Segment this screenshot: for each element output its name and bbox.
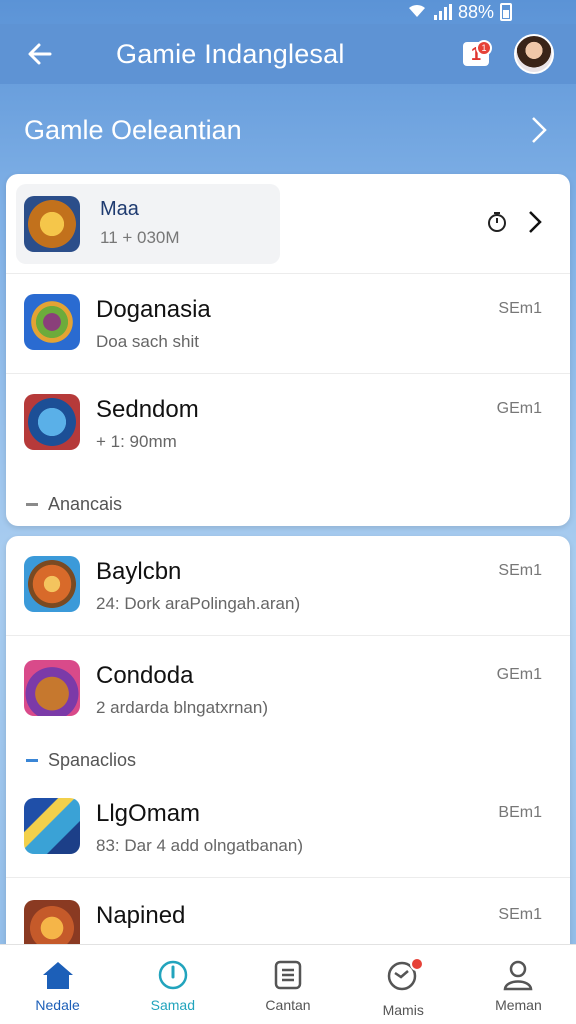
game-meta: GEm1 [496,666,542,683]
dash-icon [26,503,38,506]
battery-icon [500,3,512,21]
featured-name: Maa [100,198,139,220]
nav-item-content[interactable]: Cantan [230,945,345,1024]
game-meta: SEm1 [498,906,542,923]
nav-label: Cantan [265,997,311,1013]
home-icon [42,962,73,989]
orb-game-icon [24,294,80,350]
back-arrow-icon [28,43,52,65]
section-header[interactable]: Gamle Oeleantian [0,84,576,176]
game-name: Napined [96,902,186,929]
featured-actions [486,210,542,234]
game-name: Sedndom [96,396,199,423]
signal-icon [433,4,452,20]
shield-game-icon [24,556,80,612]
group-label-text: Spanaclios [48,750,137,770]
bottom-navigation: Nedale Samad Cantan Mamis Meman [0,944,576,1024]
dash-icon [26,759,38,762]
wifi-icon [406,2,428,23]
game-list-card: Baylcbn 24: Dork araPolingah.aran) SEm1 … [6,536,570,956]
nav-item-messages[interactable]: Mamis [346,945,461,1024]
list-item[interactable]: Baylcbn 24: Dork araPolingah.aran) SEm1 [6,536,570,636]
profile-icon [504,960,533,991]
warrior-game-icon [24,394,80,450]
list-item[interactable]: LlgOmam 83: Dar 4 add olngatbanan) BEm1 [6,778,570,878]
group-label-text: Anancais [48,494,123,514]
game-subtitle: + 1: 90mm [96,432,177,451]
sword-game-icon [24,798,80,854]
castle-game-icon [24,196,80,252]
nav-item-home[interactable]: Nedale [0,945,115,1024]
nav-label: Nedale [35,997,80,1013]
group-label: Spanaclios [26,750,136,771]
featured-sub: 11 + 030M [100,228,180,247]
list-item[interactable]: Sedndom + 1: 90mm GEm1 [6,374,570,474]
battery-text: 88% [457,1,494,22]
game-meta: GEm1 [496,400,542,417]
nav-item-search[interactable]: Samad [115,945,230,1024]
top-app-bar: Gamie Indanglesal 1 1 [0,24,576,84]
timer-icon[interactable] [486,211,508,233]
back-button[interactable] [0,24,80,84]
featured-row[interactable]: Maa 11 + 030M [6,174,570,274]
game-name: Doganasia [96,296,211,323]
nav-badge [410,957,425,971]
list-item[interactable]: Condoda 2 ardarda blngatxrnan) GEm1 [6,640,570,740]
nav-item-profile[interactable]: Meman [461,945,576,1024]
notification-badge: 1 [476,40,492,56]
document-icon [274,960,302,990]
notifications-button[interactable]: 1 1 [456,34,496,74]
game-meta: SEm1 [498,562,542,579]
nav-label: Samad [150,997,195,1013]
game-name: LlgOmam [96,800,201,827]
nav-label: Mamis [382,1002,424,1018]
avatar[interactable] [514,34,554,74]
section-title: Gamle Oeleantian [24,114,242,145]
chevron-right-icon [532,117,547,143]
game-list-card: Maa 11 + 030M Doganasia Doa sach shit SE… [6,174,570,526]
nav-label: Meman [495,997,542,1013]
group-label: Anancais [26,494,122,515]
game-subtitle: 24: Dork araPolingah.aran) [96,594,301,613]
bear-game-icon [24,660,80,716]
game-subtitle: 2 ardarda blngatxrnan) [96,698,269,717]
game-subtitle: 83: Dar 4 add olngatbanan) [96,836,303,855]
list-item[interactable]: Doganasia Doa sach shit SEm1 [6,274,570,374]
game-subtitle: Doa sach shit [96,332,199,351]
chevron-right-icon[interactable] [528,210,542,234]
game-meta: BEm1 [498,804,542,821]
compass-icon [158,960,188,990]
page-title: Gamie Indanglesal [116,38,345,69]
game-name: Condoda [96,662,194,689]
status-bar: 88% [0,0,576,24]
game-meta: SEm1 [498,300,542,317]
featured-game[interactable]: Maa 11 + 030M [16,184,280,264]
game-name: Baylcbn [96,558,182,585]
